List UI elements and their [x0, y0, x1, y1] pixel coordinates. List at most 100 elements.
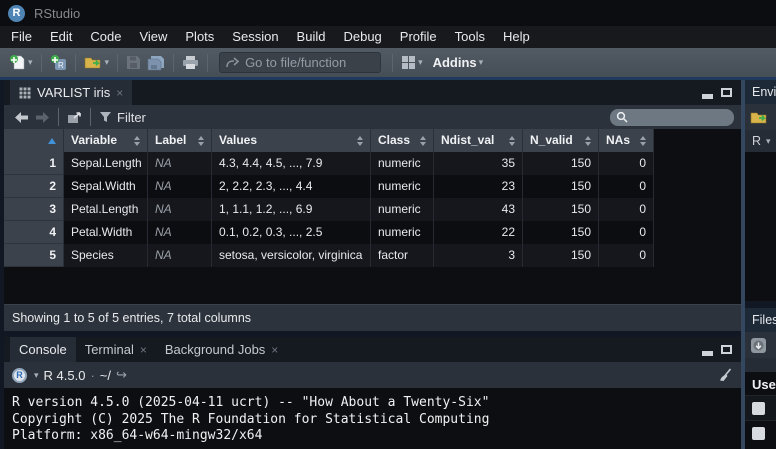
- table-search-input[interactable]: [632, 109, 726, 125]
- chevron-down-icon[interactable]: ▾: [34, 370, 39, 381]
- menu-profile[interactable]: Profile: [391, 26, 446, 48]
- file-list-item[interactable]: [745, 395, 776, 420]
- clear-console-broom-icon[interactable]: [718, 368, 733, 383]
- column-header-label[interactable]: Label: [148, 129, 212, 152]
- open-folder-icon: [84, 55, 103, 70]
- minimize-pane-icon[interactable]: [702, 351, 713, 356]
- popout-window-icon: [67, 111, 82, 124]
- forward-button[interactable]: [32, 105, 53, 129]
- close-icon[interactable]: ×: [116, 86, 123, 100]
- save-all-button[interactable]: [144, 51, 168, 75]
- menu-code[interactable]: Code: [81, 26, 130, 48]
- sort-icon: [581, 136, 591, 146]
- new-file-button[interactable]: ▾: [6, 51, 36, 75]
- menu-plots[interactable]: Plots: [176, 26, 223, 48]
- open-file-button[interactable]: ▾: [81, 51, 113, 75]
- table-row: 2 Sepal.Width NA 2, 2.2, 2.3, ..., 4.4 n…: [4, 175, 741, 198]
- app-title: RStudio: [34, 6, 80, 21]
- label-cell: NA: [148, 152, 212, 175]
- new-project-button[interactable]: R: [47, 51, 70, 75]
- maximize-pane-icon[interactable]: [721, 345, 732, 354]
- n-valid-cell: 150: [523, 198, 599, 221]
- file-checkbox[interactable]: [752, 402, 765, 415]
- table-search-box[interactable]: [610, 109, 734, 126]
- n-valid-cell: 150: [523, 175, 599, 198]
- nas-cell: 0: [599, 198, 654, 221]
- filter-funnel-icon: [99, 111, 112, 123]
- data-grid-icon: [19, 87, 31, 99]
- chevron-down-icon: ▾: [418, 57, 423, 68]
- environment-language-selector[interactable]: R ▾: [745, 130, 776, 152]
- menu-debug[interactable]: Debug: [334, 26, 390, 48]
- variable-cell: Petal.Length: [64, 198, 148, 221]
- files-header-label: User: [745, 372, 776, 395]
- tab-varlist-iris[interactable]: VARLIST iris ×: [10, 80, 132, 105]
- column-header-values[interactable]: Values: [212, 129, 371, 152]
- goto-placeholder: Go to file/function: [245, 55, 346, 70]
- column-header-n-valid[interactable]: N_valid: [523, 129, 599, 152]
- column-header-nas[interactable]: NAs: [599, 129, 654, 152]
- column-header-ndist-val[interactable]: Ndist_val: [434, 129, 523, 152]
- n-valid-cell: 150: [523, 152, 599, 175]
- maximize-pane-icon[interactable]: [721, 88, 732, 97]
- sort-icon: [130, 136, 140, 146]
- label-cell: NA: [148, 244, 212, 267]
- console-output[interactable]: R version 4.5.0 (2025-04-11 ucrt) -- "Ho…: [4, 388, 741, 449]
- tab-background-jobs[interactable]: Background Jobs ×: [156, 337, 287, 362]
- label-cell: NA: [148, 221, 212, 244]
- ndist-val-cell: 23: [434, 175, 523, 198]
- sort-icon: [194, 136, 204, 146]
- file-checkbox[interactable]: [752, 427, 765, 440]
- table-row: 1 Sepal.Length NA 4.3, 4.4, 4.5, ..., 7.…: [4, 152, 741, 175]
- menu-build[interactable]: Build: [288, 26, 335, 48]
- ndist-val-cell: 43: [434, 198, 523, 221]
- menu-edit[interactable]: Edit: [41, 26, 81, 48]
- addins-label: Addins: [433, 55, 477, 70]
- tab-console[interactable]: Console: [10, 337, 76, 362]
- sort-ascending-icon: [48, 138, 56, 144]
- menu-bar: File Edit Code View Plots Session Build …: [0, 26, 776, 48]
- table-status-bar: Showing 1 to 5 of 5 entries, 7 total col…: [4, 304, 741, 331]
- menu-session[interactable]: Session: [223, 26, 287, 48]
- open-directory-arrow-icon[interactable]: ↪: [116, 367, 127, 383]
- column-header-class[interactable]: Class: [371, 129, 434, 152]
- load-workspace-folder-icon[interactable]: [750, 110, 769, 125]
- column-header-variable[interactable]: Variable: [64, 129, 148, 152]
- sort-icon: [505, 136, 515, 146]
- menu-help[interactable]: Help: [494, 26, 539, 48]
- n-valid-cell: 150: [523, 221, 599, 244]
- console-line: R version 4.5.0 (2025-04-11 ucrt) -- "Ho…: [12, 395, 733, 412]
- row-number-column-header[interactable]: [4, 129, 64, 152]
- save-button[interactable]: [123, 51, 144, 75]
- menu-tools[interactable]: Tools: [446, 26, 494, 48]
- close-icon[interactable]: ×: [140, 343, 147, 357]
- sort-icon: [416, 136, 426, 146]
- file-list-item[interactable]: [745, 420, 776, 445]
- nas-cell: 0: [599, 244, 654, 267]
- row-number-cell: 5: [4, 244, 64, 267]
- print-button[interactable]: [179, 51, 202, 75]
- menu-view[interactable]: View: [130, 26, 176, 48]
- close-icon[interactable]: ×: [271, 343, 278, 357]
- row-number-cell: 3: [4, 198, 64, 221]
- minimize-pane-icon[interactable]: [702, 94, 713, 99]
- back-button[interactable]: [11, 105, 32, 129]
- new-blank-file-icon[interactable]: [750, 337, 767, 354]
- row-number-cell: 1: [4, 152, 64, 175]
- open-in-new-window-button[interactable]: [64, 105, 85, 129]
- goto-file-function-input[interactable]: Go to file/function: [219, 52, 381, 73]
- forward-arrow-icon: [35, 111, 50, 124]
- tab-environment[interactable]: Environment: [745, 80, 776, 104]
- pane-layout-button[interactable]: ▾: [398, 51, 426, 75]
- main-toolbar: ▾ R ▾: [0, 48, 776, 77]
- filter-button[interactable]: Filter: [96, 105, 149, 129]
- tab-terminal[interactable]: Terminal ×: [76, 337, 156, 362]
- menu-file[interactable]: File: [2, 26, 41, 48]
- new-file-icon: [9, 54, 26, 71]
- tab-files[interactable]: Files: [745, 308, 776, 332]
- addins-button[interactable]: Addins ▾: [426, 51, 487, 75]
- table-row: 5 Species NA setosa, versicolor, virgini…: [4, 244, 741, 267]
- files-path-bar: [745, 358, 776, 372]
- save-all-icon: [147, 55, 165, 71]
- goto-arrow-icon: [226, 57, 239, 68]
